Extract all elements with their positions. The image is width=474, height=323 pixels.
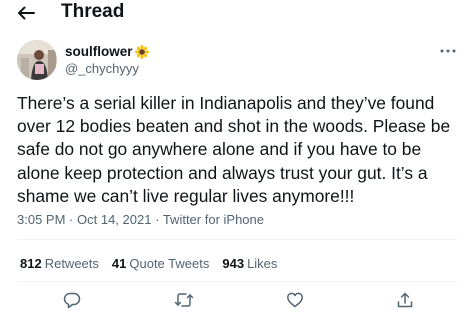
divider xyxy=(17,281,457,282)
user-info: soulflower @_chychyyy xyxy=(65,43,149,77)
reply-icon xyxy=(63,292,81,309)
display-name[interactable]: soulflower xyxy=(65,43,149,60)
tweet-metadata: 3:05 PM · Oct 14, 2021 · Twitter for iPh… xyxy=(17,211,264,228)
divider xyxy=(17,239,457,240)
sunflower-icon xyxy=(134,44,149,59)
likes-label: Likes xyxy=(247,256,278,271)
user-handle[interactable]: @_chychyyy xyxy=(65,60,149,77)
meta-separator: · xyxy=(155,212,160,227)
share-button[interactable] xyxy=(394,289,416,311)
retweets-count: 812 xyxy=(20,256,42,271)
engagement-stats: 812 Retweets 41 Quote Tweets 943 Likes xyxy=(20,255,277,272)
back-button[interactable] xyxy=(14,2,38,24)
like-button[interactable] xyxy=(284,289,306,311)
retweets-stat[interactable]: 812 Retweets xyxy=(20,255,99,272)
tweet-actions xyxy=(0,289,474,311)
quote-tweets-stat[interactable]: 41 Quote Tweets xyxy=(112,255,209,272)
tweet-source[interactable]: Twitter for iPhone xyxy=(163,212,264,227)
share-icon xyxy=(397,292,413,308)
avatar-image xyxy=(17,40,57,80)
more-horizontal-icon xyxy=(440,49,456,53)
retweet-icon xyxy=(174,293,194,307)
tweet-date[interactable]: Oct 14, 2021 xyxy=(77,212,151,227)
display-name-text: soulflower xyxy=(65,44,133,59)
quote-tweets-label: Quote Tweets xyxy=(129,256,210,271)
likes-stat[interactable]: 943 Likes xyxy=(222,255,277,272)
retweets-label: Retweets xyxy=(44,256,99,271)
tweet-text: There’s a serial killer in Indianapolis … xyxy=(17,93,451,206)
page-title: Thread xyxy=(61,1,125,22)
arrow-left-icon xyxy=(18,6,35,20)
heart-icon xyxy=(287,292,303,308)
retweet-button[interactable] xyxy=(173,289,195,311)
more-options-button[interactable] xyxy=(438,44,458,58)
likes-count: 943 xyxy=(222,256,245,271)
quote-tweets-count: 41 xyxy=(111,256,127,271)
tweet-time[interactable]: 3:05 PM xyxy=(17,212,65,227)
reply-button[interactable] xyxy=(61,289,83,311)
thread-header: Thread xyxy=(0,0,474,26)
meta-separator: · xyxy=(69,212,74,227)
avatar[interactable] xyxy=(17,40,57,80)
